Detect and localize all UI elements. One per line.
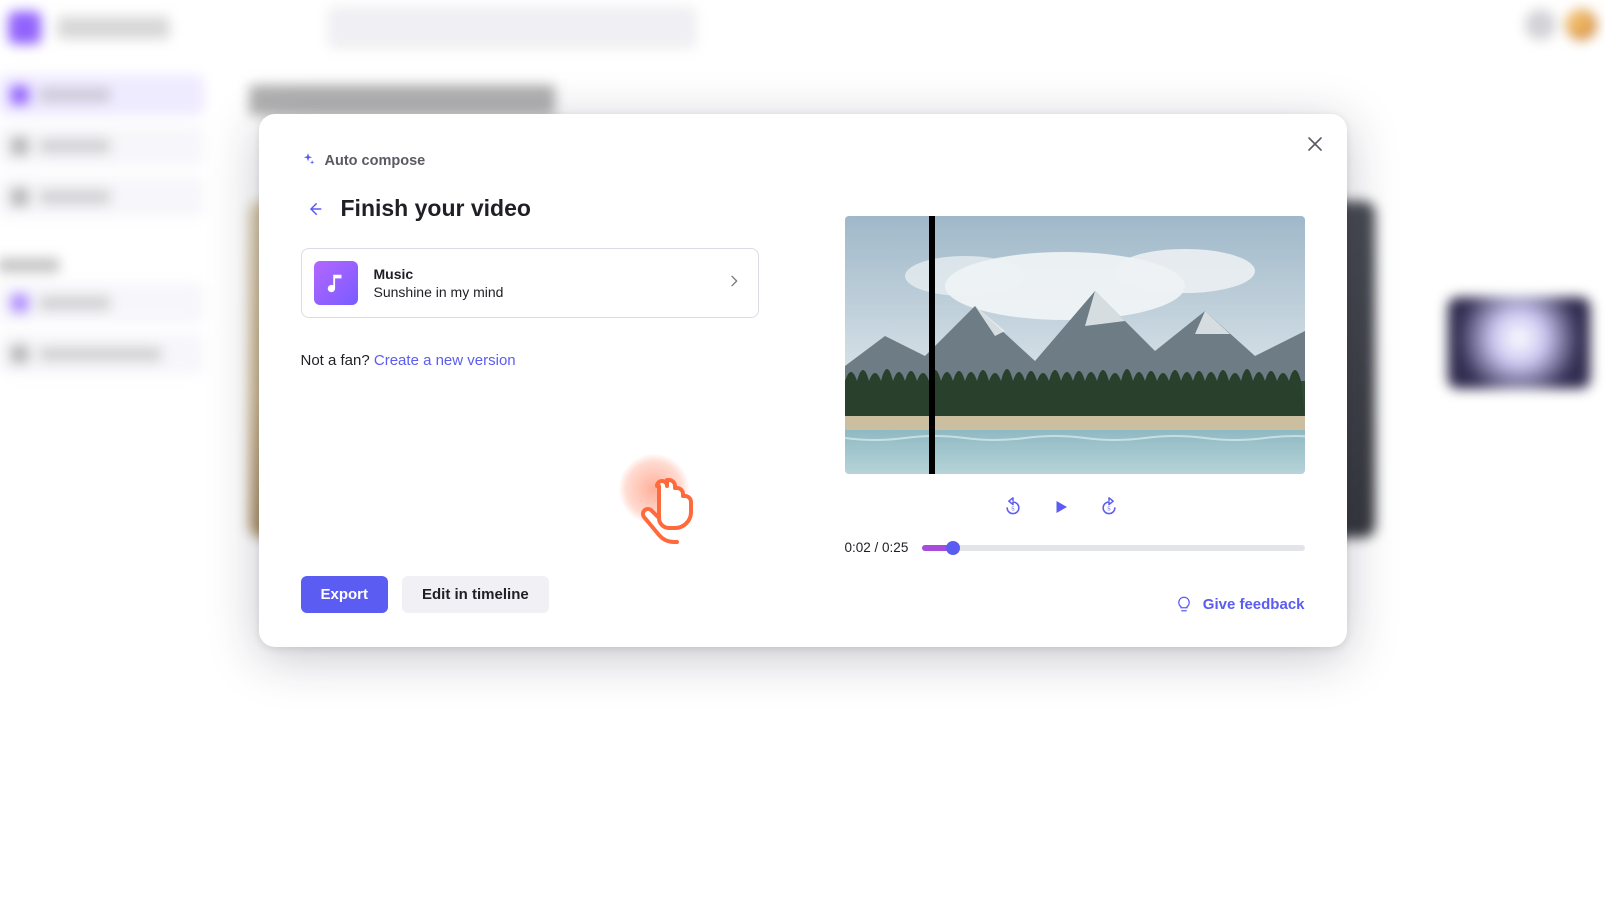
export-button[interactable]: Export (301, 576, 389, 613)
close-button[interactable] (1303, 132, 1327, 156)
svg-text:5: 5 (1011, 506, 1014, 512)
arrow-left-icon (305, 200, 323, 218)
play-button[interactable] (1048, 494, 1074, 520)
music-card[interactable]: Music Sunshine in my mind (301, 248, 759, 318)
modal-title: Finish your video (341, 195, 531, 222)
sparkle-icon (301, 152, 315, 169)
seek-bar[interactable] (922, 545, 1304, 551)
music-note-icon (314, 261, 358, 305)
seek-knob[interactable] (946, 541, 960, 555)
edit-in-timeline-button[interactable]: Edit in timeline (402, 576, 549, 613)
close-icon (1308, 137, 1322, 151)
playback-time: 0:02 / 0:25 (845, 540, 909, 555)
modal-overlay: Auto compose Finish your video Music Sun… (0, 0, 1605, 902)
chevron-right-icon (726, 273, 742, 294)
back-button[interactable] (301, 196, 327, 222)
skip-forward-button[interactable]: 5 (1096, 494, 1122, 520)
auto-compose-breadcrumb: Auto compose (301, 152, 761, 169)
lightbulb-icon (1175, 595, 1193, 613)
skip-forward-icon: 5 (1099, 497, 1119, 517)
give-feedback-link[interactable]: Give feedback (1175, 555, 1305, 613)
skip-back-icon: 5 (1003, 497, 1023, 517)
not-a-fan-text: Not a fan? Create a new version (301, 352, 761, 369)
skip-back-button[interactable]: 5 (1000, 494, 1026, 520)
music-card-label: Music (374, 265, 710, 283)
svg-text:5: 5 (1107, 506, 1110, 512)
playback-controls: 5 5 (817, 494, 1305, 520)
music-card-track-name: Sunshine in my mind (374, 283, 710, 301)
finish-video-modal: Auto compose Finish your video Music Sun… (259, 114, 1347, 647)
create-new-version-link[interactable]: Create a new version (374, 352, 516, 369)
play-icon (1052, 498, 1070, 516)
auto-compose-label: Auto compose (325, 153, 426, 169)
preview-playhead (929, 216, 935, 474)
video-preview (845, 216, 1305, 474)
